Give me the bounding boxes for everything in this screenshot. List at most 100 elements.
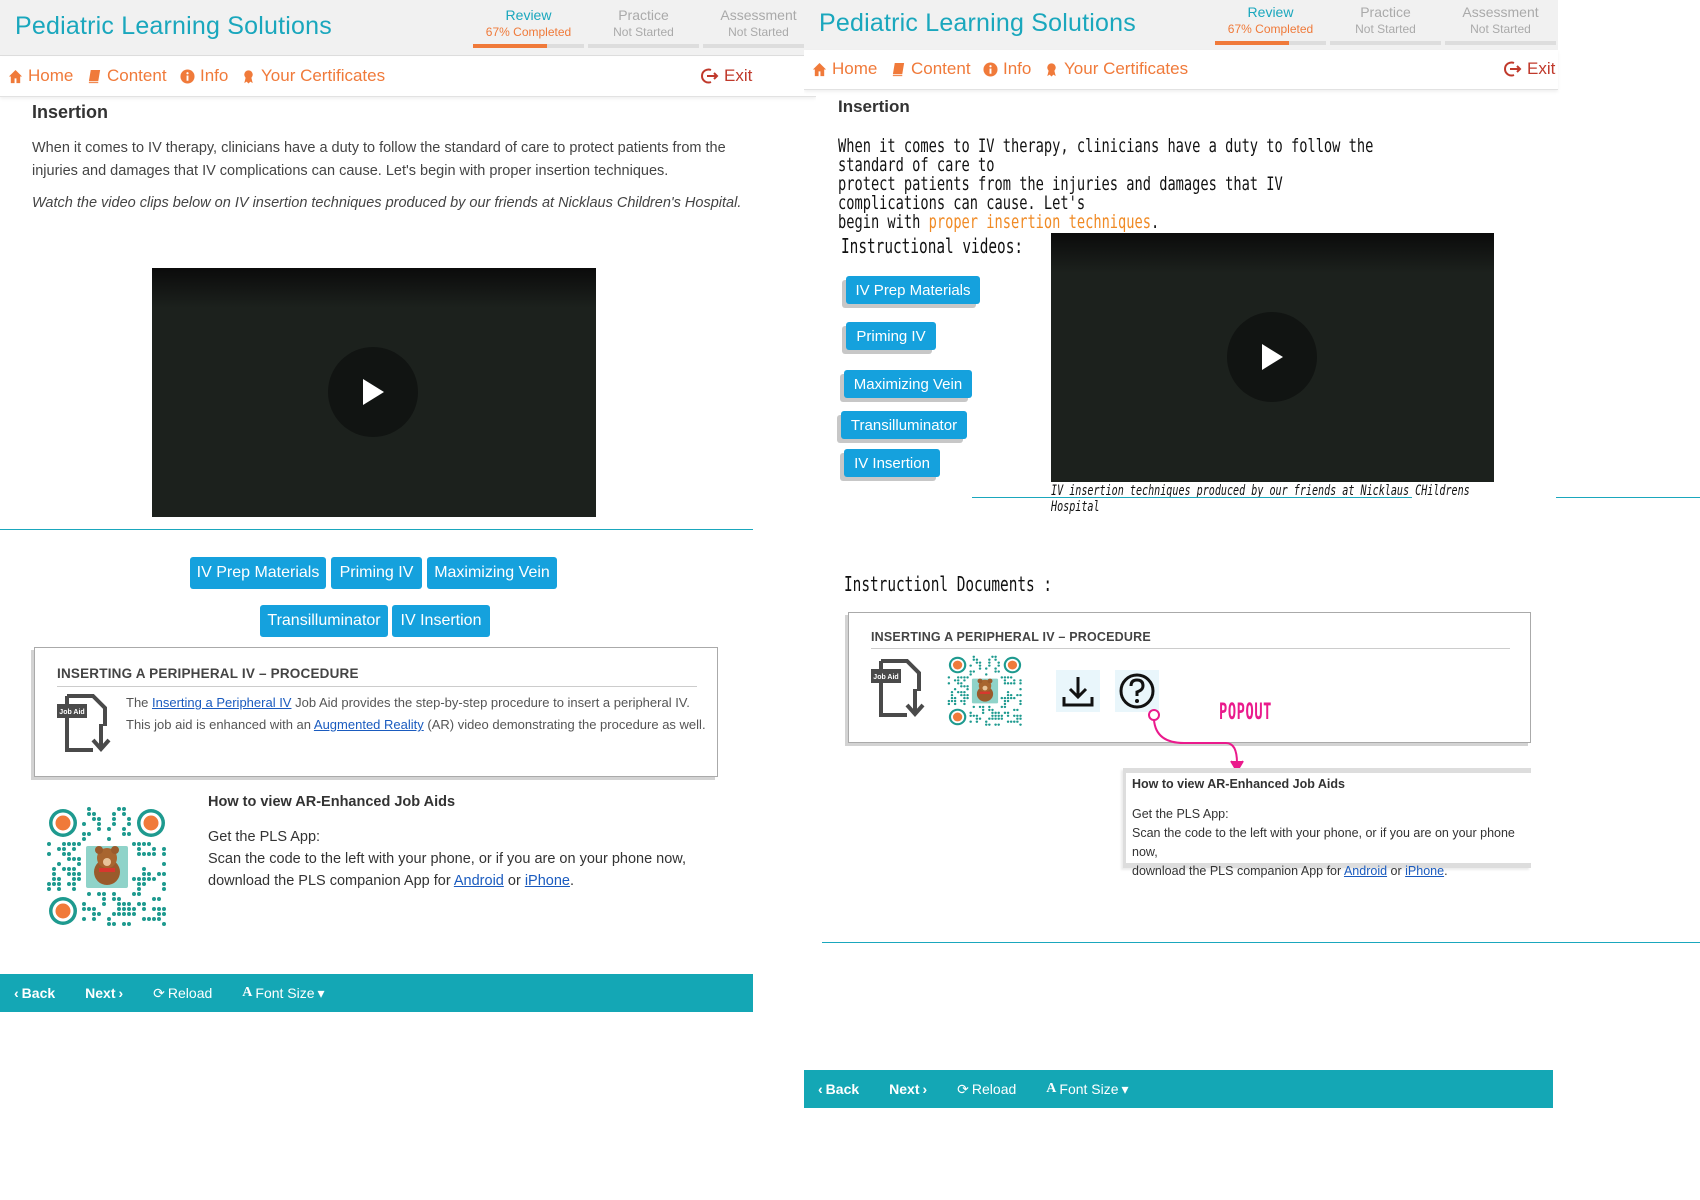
tab-assessment[interactable]: Assessment Not Started: [1445, 3, 1556, 45]
progress-tabs: Review 67% Completed Practice Not Starte…: [469, 6, 814, 48]
tab-review[interactable]: Review 67% Completed: [1215, 3, 1326, 45]
sign-out-icon: [1504, 61, 1522, 77]
video-button-maximizing-vein[interactable]: Maximizing Vein: [427, 557, 557, 589]
nav-content[interactable]: Content: [87, 66, 167, 86]
brand-title: Pediatric Learning Solutions: [819, 9, 1136, 37]
iphone-link[interactable]: iPhone: [1405, 864, 1444, 878]
progress-fill: [473, 44, 548, 48]
instructional-documents-label: Instructionl Documents :: [844, 572, 1053, 596]
current-page-panel: Pediatric Learning Solutions Review 67% …: [0, 0, 816, 1200]
refresh-icon: ⟳: [153, 984, 165, 1001]
progress-tabs: Review 67% Completed Practice Not Starte…: [1211, 3, 1556, 45]
reload-button[interactable]: ⟳ Reload: [957, 1081, 1016, 1098]
next-button[interactable]: Next ›: [85, 985, 123, 1001]
instructional-videos-label: Instructional videos:: [841, 234, 1024, 258]
tab-review[interactable]: Review 67% Completed: [473, 6, 584, 48]
howto-title: How to view AR-Enhanced Job Aids: [1132, 777, 1345, 791]
nav-certificates[interactable]: Your Certificates: [1044, 59, 1188, 79]
job-aid-download-icon[interactable]: Job Aid: [867, 657, 931, 721]
play-button[interactable]: [328, 347, 418, 437]
howto-title: How to view AR-Enhanced Job Aids: [208, 794, 456, 810]
back-button[interactable]: ‹ Back: [818, 1081, 859, 1097]
job-aid-card: INSERTING A PERIPHERAL IV – PROCEDURE Jo…: [34, 647, 718, 777]
qr-code: [947, 655, 1022, 726]
chevron-left-icon: ‹: [818, 1081, 823, 1097]
progress-bar: [1215, 41, 1326, 45]
howto-text: Get the PLS App: Scan the code to the le…: [1132, 807, 1515, 878]
nav-exit[interactable]: Exit: [701, 66, 752, 86]
tab-practice[interactable]: Practice Not Started: [588, 6, 699, 48]
video-player[interactable]: [1051, 233, 1494, 482]
sign-out-icon: [701, 68, 719, 84]
page-title: Insertion: [838, 97, 910, 116]
augmented-reality-link[interactable]: Augmented Reality: [314, 717, 424, 732]
job-aid-title: INSERTING A PERIPHERAL IV – PROCEDURE: [871, 630, 1151, 644]
play-button[interactable]: [1227, 312, 1317, 402]
font-size-button[interactable]: A Font Size ▾: [242, 985, 324, 1002]
chevron-left-icon: ‹: [14, 985, 19, 1001]
mockup-intro: When it comes to IV therapy, clinicians …: [838, 135, 1374, 233]
nav-exit[interactable]: Exit: [1504, 59, 1555, 79]
progress-fill: [1215, 41, 1290, 45]
inserting-peripheral-iv-link[interactable]: Inserting a Peripheral IV: [152, 695, 291, 710]
nav-info[interactable]: Info: [983, 59, 1031, 79]
android-link[interactable]: Android: [454, 873, 504, 889]
progress-bar: [703, 44, 814, 48]
next-button[interactable]: Next ›: [889, 1081, 927, 1097]
svg-text:Job Aid: Job Aid: [873, 674, 898, 681]
chevron-right-icon: ›: [922, 1081, 928, 1097]
nav-home[interactable]: Home: [8, 66, 73, 86]
home-icon: [812, 62, 827, 76]
back-button[interactable]: ‹ Back: [14, 985, 55, 1001]
caret-down-icon: ▾: [317, 984, 325, 1001]
nav-certificates[interactable]: Your Certificates: [241, 66, 385, 86]
popout-label: POPOUT: [1219, 700, 1273, 725]
video-player[interactable]: [152, 268, 596, 517]
award-icon: [1047, 62, 1056, 77]
video-button-priming-iv[interactable]: Priming IV: [846, 322, 936, 350]
progress-bar: [1445, 41, 1556, 45]
android-link[interactable]: Android: [1344, 864, 1387, 878]
progress-bar: [588, 44, 699, 48]
book-icon: [892, 62, 905, 76]
font-size-button[interactable]: A Font Size ▾: [1046, 1081, 1128, 1098]
iphone-link[interactable]: iPhone: [525, 873, 570, 889]
reload-button[interactable]: ⟳ Reload: [153, 985, 212, 1002]
download-icon[interactable]: [1056, 670, 1100, 712]
book-icon: [88, 69, 101, 83]
progress-bar: [473, 44, 584, 48]
chevron-right-icon: ›: [118, 985, 124, 1001]
home-icon: [8, 69, 23, 83]
play-icon: [1262, 344, 1283, 370]
job-aid-title: INSERTING A PERIPHERAL IV – PROCEDURE: [57, 666, 359, 681]
video-button-iv-insertion[interactable]: IV Insertion: [392, 605, 490, 637]
tab-assessment[interactable]: Assessment Not Started: [703, 6, 814, 48]
brand-title: Pediatric Learning Solutions: [15, 12, 332, 40]
video-button-iv-insertion[interactable]: IV Insertion: [844, 449, 940, 477]
page-title: Insertion: [32, 102, 109, 122]
video-button-transilluminator[interactable]: Transilluminator: [260, 605, 388, 637]
caret-down-icon: ▾: [1121, 1080, 1129, 1097]
video-button-iv-prep-materials[interactable]: IV Prep Materials: [846, 276, 980, 304]
font-icon: A: [242, 985, 253, 1000]
qr-code: [47, 807, 166, 926]
video-button-priming-iv[interactable]: Priming IV: [331, 557, 422, 589]
info-icon: [983, 61, 998, 77]
mockup-page-panel: Pediatric Learning Solutions Review 67% …: [804, 0, 1700, 1200]
job-aid-download-icon[interactable]: Job Aid: [53, 692, 117, 756]
footer-toolbar: ‹ Back Next › ⟳ Reload A Font Size ▾: [0, 974, 753, 1012]
video-button-transilluminator[interactable]: Transilluminator: [841, 411, 967, 439]
howto-popout: How to view AR-Enhanced Job Aids Get the…: [1123, 768, 1531, 878]
footer-toolbar: ‹ Back Next › ⟳ Reload A Font Size ▾: [804, 1070, 1553, 1108]
video-button-maximizing-vein[interactable]: Maximizing Vein: [844, 370, 972, 398]
video-button-iv-prep-materials[interactable]: IV Prep Materials: [190, 557, 326, 589]
nav-home[interactable]: Home: [812, 59, 877, 79]
nav-info[interactable]: Info: [180, 66, 228, 86]
tab-practice[interactable]: Practice Not Started: [1330, 3, 1441, 45]
header: Pediatric Learning Solutions Review 67% …: [804, 0, 1558, 56]
header: Pediatric Learning Solutions Review 67% …: [0, 0, 816, 56]
video-caption: IV insertion techniques produced by our …: [1051, 483, 1470, 515]
info-icon: [180, 68, 195, 84]
nav-content[interactable]: Content: [891, 59, 971, 79]
progress-bar: [1330, 41, 1441, 45]
